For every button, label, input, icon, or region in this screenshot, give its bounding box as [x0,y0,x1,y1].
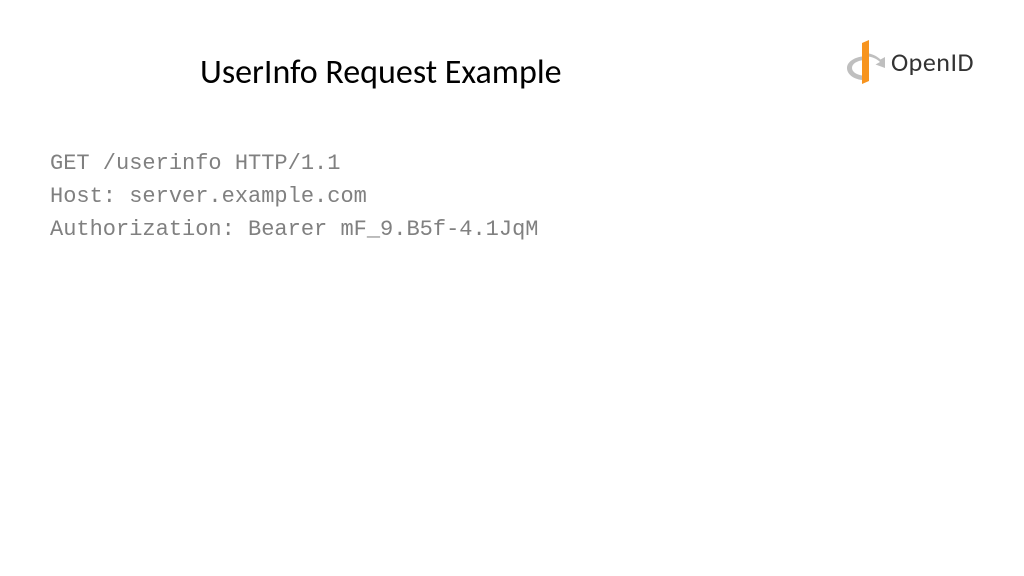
openid-logo-icon [843,40,885,84]
code-line-2: Host: server.example.com [50,180,1024,213]
openid-logo-text: OpenID [891,46,974,78]
code-line-1: GET /userinfo HTTP/1.1 [50,147,1024,180]
code-line-3: Authorization: Bearer mF_9.B5f-4.1JqM [50,213,1024,246]
openid-logo: OpenID [843,40,974,84]
slide-header: UserInfo Request Example OpenID [0,0,1024,93]
slide-title: UserInfo Request Example [200,52,562,93]
http-request-code: GET /userinfo HTTP/1.1 Host: server.exam… [50,147,1024,246]
